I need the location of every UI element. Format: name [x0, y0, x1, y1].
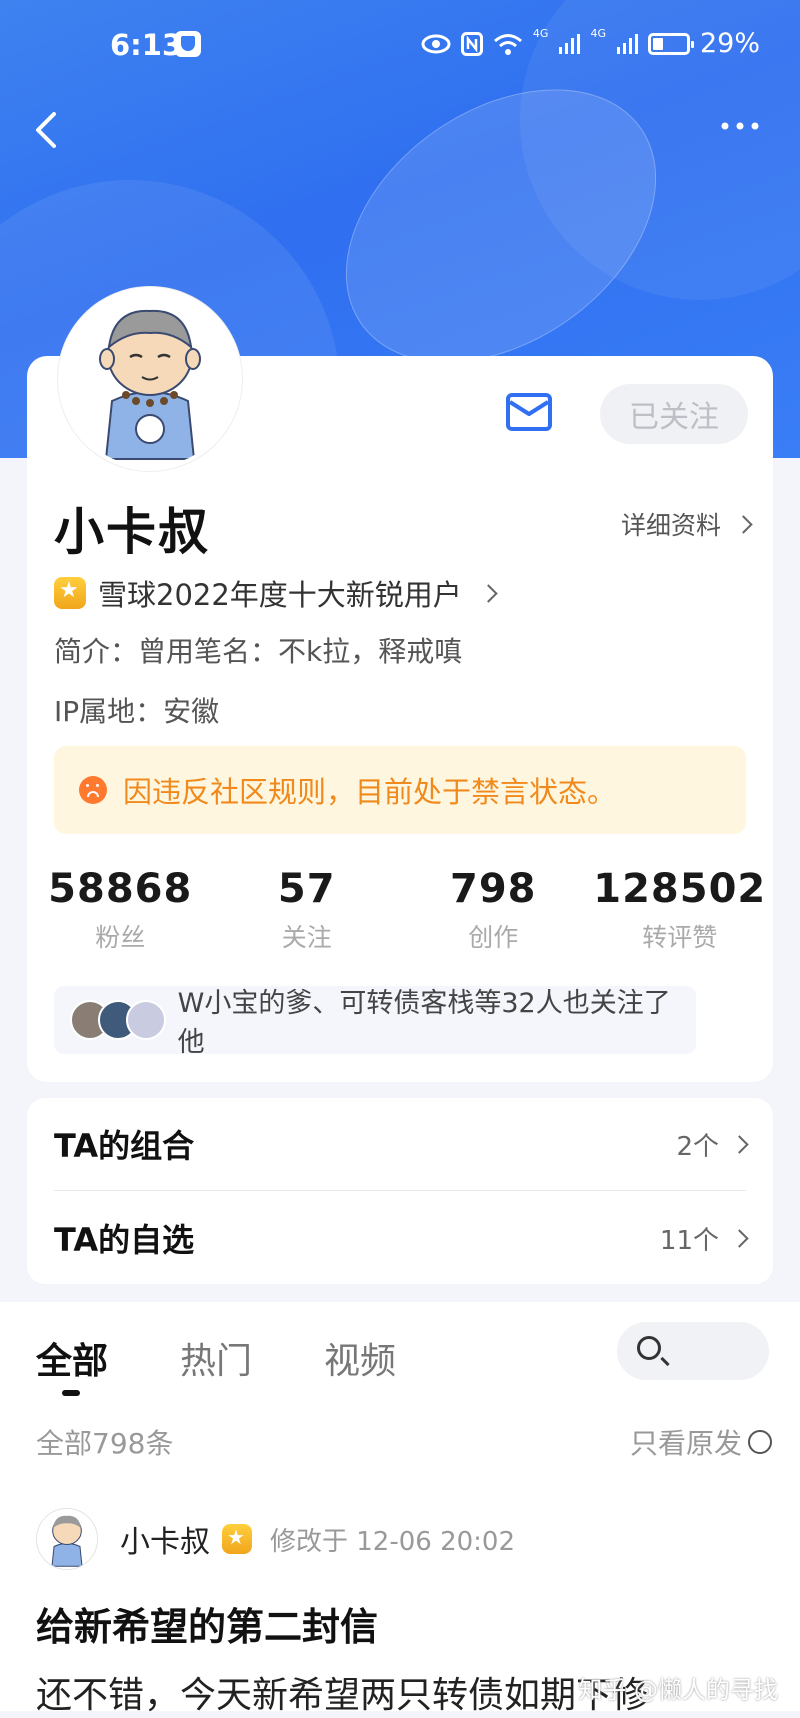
award-label: 雪球2022年度十大新锐用户	[98, 578, 462, 612]
signal-bars-icon	[616, 33, 638, 54]
portfolio-card: TA的组合 2个 TA的自选 11个	[27, 1098, 773, 1284]
avatar	[126, 1000, 166, 1040]
wifi-icon	[493, 33, 522, 55]
shield-icon	[175, 31, 201, 57]
profile-bio: 简介：曾用笔名：不k拉，释戒嗔	[54, 635, 463, 668]
only-original-label: 只看原发	[629, 1427, 742, 1460]
star-badge-icon	[222, 1524, 252, 1554]
stat-value: 798	[450, 866, 537, 912]
search-icon	[637, 1336, 661, 1360]
feed-tabs: 全部 热门 视频	[36, 1332, 396, 1396]
details-link[interactable]: 详细资料	[620, 506, 753, 542]
mutual-followers-text: W小宝的爹、可转债客栈等32人也关注了他	[177, 988, 671, 1058]
row-count: 11个	[659, 1225, 719, 1256]
cartoon-monk-avatar	[62, 291, 238, 467]
more-options-button[interactable]	[718, 116, 762, 136]
cartoon-monk-avatar	[37, 1509, 97, 1569]
battery-percent: 29%	[699, 28, 760, 59]
post-author[interactable]: 小卡叔	[120, 1517, 210, 1561]
tab-all[interactable]: 全部	[36, 1332, 108, 1396]
eye-icon	[421, 34, 451, 53]
status-icons: 4G 4G 29%	[421, 27, 760, 59]
signal-bars-icon	[559, 33, 581, 54]
avatar[interactable]	[36, 1508, 98, 1570]
back-button[interactable]	[26, 108, 66, 152]
post-title[interactable]: 给新希望的第二封信	[36, 1596, 378, 1651]
row-count-wrap: 2个	[676, 1126, 749, 1163]
watchlist-row[interactable]: TA的自选 11个	[54, 1192, 749, 1284]
row-count: 2个	[676, 1131, 719, 1162]
signal-icon: 4G	[532, 27, 549, 40]
feed-search-button[interactable]	[617, 1322, 769, 1380]
stat-following[interactable]: 57 关注	[214, 866, 401, 966]
chevron-right-icon	[730, 1228, 749, 1248]
message-button[interactable]	[505, 392, 553, 432]
more-dots-icon	[721, 122, 759, 130]
stat-value: 58868	[48, 866, 193, 912]
stat-label: 粉丝	[95, 923, 146, 952]
radio-icon	[748, 1430, 772, 1454]
ban-notice-text: 因违反社区规则，目前处于禁言状态。	[123, 775, 617, 809]
stat-posts[interactable]: 798 创作	[400, 866, 587, 966]
watermark: 知乎 @懒人的寻找	[578, 1676, 778, 1704]
chevron-left-icon	[36, 112, 56, 148]
only-original-toggle[interactable]: 只看原发	[630, 1422, 772, 1462]
nfc-icon	[460, 31, 483, 56]
stat-label: 创作	[468, 923, 519, 952]
mail-icon	[506, 393, 552, 431]
stat-engagement[interactable]: 128502 转评赞	[587, 866, 774, 966]
stat-label: 关注	[281, 923, 332, 952]
divider	[54, 1190, 746, 1191]
award-row[interactable]: 雪球2022年度十大新锐用户	[54, 572, 498, 614]
stat-label: 转评赞	[642, 923, 718, 952]
status-bar: 6:13 4G 4G 29%	[0, 0, 800, 92]
sad-face-icon	[79, 776, 107, 804]
stat-value: 128502	[593, 866, 767, 912]
chevron-right-icon	[730, 1134, 749, 1154]
row-count-wrap: 11个	[659, 1220, 749, 1257]
row-title: TA的组合	[54, 1127, 195, 1165]
chevron-right-icon	[734, 514, 753, 534]
post-header: 小卡叔 修改于 12-06 20:02	[36, 1508, 515, 1570]
row-title: TA的自选	[54, 1221, 195, 1259]
follow-button[interactable]: 已关注	[600, 384, 748, 444]
stat-followers[interactable]: 58868 粉丝	[27, 866, 214, 966]
signal-icon: 4G	[590, 27, 606, 40]
post-body[interactable]: 还不错，今天新希望两只转债如期下修	[36, 1666, 648, 1718]
battery-icon	[647, 32, 694, 55]
ban-notice: 因违反社区规则，目前处于禁言状态。	[54, 746, 746, 834]
status-time: 6:13	[110, 28, 183, 62]
tab-video[interactable]: 视频	[324, 1332, 396, 1384]
post-count: 全部798条	[36, 1427, 174, 1460]
stats-row: 58868 粉丝 57 关注 798 创作 128502 转评赞	[27, 866, 773, 966]
stat-value: 57	[277, 866, 336, 912]
details-label: 详细资料	[620, 511, 721, 540]
mutual-avatars	[70, 1000, 170, 1040]
post-time: 修改于 12-06 20:02	[270, 1526, 516, 1557]
profile-name: 小卡叔	[54, 503, 210, 561]
portfolio-row[interactable]: TA的组合 2个	[54, 1098, 749, 1190]
tab-hot[interactable]: 热门	[180, 1332, 252, 1384]
mutual-followers[interactable]: W小宝的爹、可转债客栈等32人也关注了他	[54, 986, 696, 1058]
ip-location: IP属地：安徽	[54, 695, 220, 728]
avatar[interactable]	[58, 287, 242, 471]
star-badge-icon	[54, 577, 86, 609]
chevron-right-icon	[479, 583, 498, 603]
feed-section: 全部 热门 视频 全部798条 只看原发 小卡叔 修改于 12-06 20:02…	[0, 1302, 800, 1716]
